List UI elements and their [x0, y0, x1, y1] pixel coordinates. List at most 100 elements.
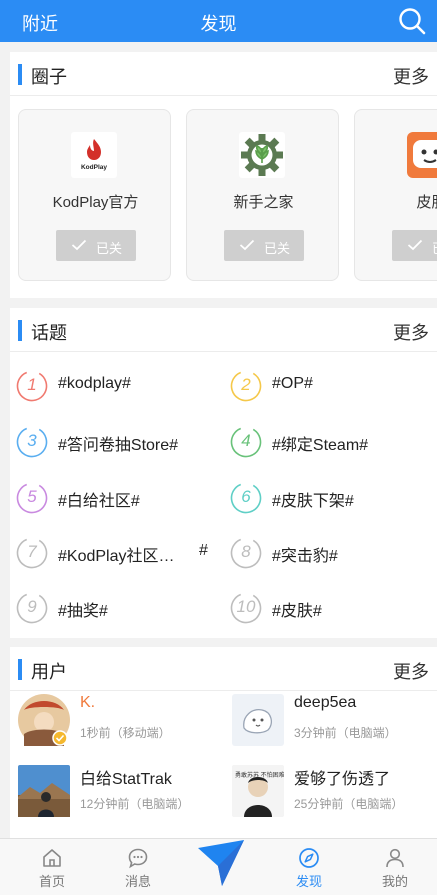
compass-icon	[299, 848, 319, 868]
topic-title: #KodPlay社区…	[58, 548, 175, 565]
topic-rank-number: 2	[241, 375, 251, 394]
topic-item[interactable]: 6 #皮肤下架#	[224, 478, 434, 518]
chat-icon	[128, 848, 148, 869]
user-item[interactable]: 勇敢苏苏 不怕困难 爱够了伤透了 25分钟前（电脑端）	[224, 765, 434, 825]
topic-item[interactable]: 3 #答问卷抽Store#	[10, 422, 220, 462]
circle-card[interactable]: KodPlay KodPlay官方 已关	[18, 109, 171, 281]
circle-name: 皮肤	[416, 194, 437, 211]
topic-rank-badge: 4	[230, 426, 262, 458]
topic-title: #皮肤#	[272, 603, 322, 620]
avatar[interactable]	[18, 765, 70, 817]
tab-messages-label: 消息	[124, 874, 151, 889]
topics-section: 话题 更多 1 #kodplay# 2 #OP# 3 #答问卷抽Store# 4 #绑定Ste…	[10, 308, 437, 638]
user-last-active: 3分钟前（电脑端）	[294, 726, 397, 740]
circles-section: 圈子 更多 KodPlayKodPlay官方已关新手之家已关皮肤已关	[10, 52, 437, 298]
topic-item[interactable]: 7 #KodPlay社区… #	[10, 533, 220, 573]
topic-item[interactable]: 8 #突击豹#	[224, 533, 434, 573]
user-item[interactable]: 白给StatTrak 12分钟前（电脑端）	[10, 765, 220, 825]
avatar[interactable]: 勇敢苏苏 不怕困难	[232, 765, 284, 817]
topic-rank-number: 4	[241, 431, 251, 450]
users-more-link[interactable]: 更多	[393, 658, 429, 684]
topics-more-link[interactable]: 更多	[393, 319, 429, 345]
topic-rank-number: 7	[27, 542, 37, 561]
circle-name: 新手之家	[233, 194, 294, 211]
followed-label: 已关	[432, 238, 437, 257]
tab-home[interactable]: 首页	[17, 839, 87, 895]
user-name: 爱够了伤透了	[294, 771, 391, 788]
user-item[interactable]: K. 1秒前（移动端）	[10, 694, 220, 754]
circles-title: 圈子	[31, 67, 67, 87]
topic-item[interactable]: 5 #白给社区#	[10, 478, 220, 518]
topic-item[interactable]: 1 #kodplay#	[10, 366, 220, 406]
kodplay-logo-text: KodPlay	[81, 164, 107, 171]
check-icon	[407, 239, 423, 251]
person-icon	[386, 848, 404, 868]
skin-logo	[407, 132, 437, 178]
users-header: 用户 更多	[10, 647, 437, 691]
user-name: K.	[80, 694, 96, 711]
circles-carousel[interactable]: KodPlayKodPlay官方已关新手之家已关皮肤已关	[18, 109, 437, 281]
paper-plane-icon[interactable]	[194, 836, 248, 890]
topic-rank-number: 10	[236, 597, 256, 616]
kodplay-logo: KodPlay	[71, 132, 117, 178]
topic-title: #抽奖#	[58, 603, 108, 620]
followed-button[interactable]: 已关	[56, 230, 136, 261]
topic-rank-badge: 3	[16, 426, 48, 458]
avatar-caption: 勇敢苏苏 不怕困难	[235, 771, 284, 779]
user-last-active: 1秒前（移动端）	[80, 726, 171, 740]
topic-rank-badge: 9	[16, 592, 48, 624]
followed-button[interactable]: 已关	[392, 230, 437, 261]
topic-title: #突击豹#	[272, 548, 338, 565]
topic-item[interactable]: 9 #抽奖#	[10, 588, 220, 628]
tab-me-label: 我的	[381, 874, 408, 889]
page-title: 发现	[200, 14, 237, 34]
topic-rank-number: 9	[27, 597, 37, 616]
check-icon	[239, 239, 255, 251]
tab-me[interactable]: 我的	[360, 839, 430, 895]
topic-rank-badge: 1	[16, 370, 48, 402]
circles-more-link[interactable]: 更多	[393, 63, 429, 89]
section-accent-bar	[18, 64, 22, 85]
user-name: deep5ea	[294, 694, 357, 711]
avatar[interactable]	[232, 694, 284, 746]
gear-leaf-logo	[239, 132, 285, 178]
topic-rank-number: 5	[27, 487, 37, 506]
topic-title: #kodplay#	[58, 375, 131, 392]
followed-button[interactable]: 已关	[224, 230, 304, 261]
tab-discover-label: 发现	[295, 874, 322, 889]
nearby-tab[interactable]: 附近	[22, 10, 58, 36]
topic-title-suffix: #	[199, 542, 208, 559]
topic-rank-number: 6	[241, 487, 251, 506]
topic-title: #皮肤下架#	[272, 493, 354, 510]
topic-item[interactable]: 2 #OP#	[224, 366, 434, 406]
user-item[interactable]: deep5ea 3分钟前（电脑端）	[224, 694, 434, 754]
topics-header: 话题 更多	[10, 308, 437, 352]
topic-rank-number: 8	[241, 542, 251, 561]
tab-discover[interactable]: 发现	[274, 839, 344, 895]
topic-rank-badge: 8	[230, 537, 262, 569]
users-section: 用户 更多 K. 1秒前（移动端） deep5ea 3分钟前（电脑端） 白给StatTr…	[10, 647, 437, 838]
topic-item[interactable]: 4 #绑定Steam#	[224, 422, 434, 462]
circle-card[interactable]: 皮肤已关	[354, 109, 437, 281]
topics-title: 话题	[31, 323, 67, 343]
user-name: 白给StatTrak	[80, 771, 172, 788]
circles-header: 圈子 更多	[10, 52, 437, 96]
topic-title: #绑定Steam#	[272, 437, 369, 454]
check-icon	[71, 239, 87, 251]
home-icon	[43, 849, 61, 867]
section-accent-bar	[18, 659, 22, 680]
followed-label: 已关	[264, 241, 291, 256]
user-last-active: 12分钟前（电脑端）	[80, 797, 190, 811]
avatar[interactable]	[18, 694, 70, 746]
tab-messages[interactable]: 消息	[103, 839, 173, 895]
topic-item[interactable]: 10 #皮肤#	[224, 588, 434, 628]
topic-rank-number: 1	[27, 375, 37, 394]
topic-title: #白给社区#	[58, 493, 140, 510]
circle-card[interactable]: 新手之家已关	[186, 109, 339, 281]
tab-home-label: 首页	[38, 874, 65, 889]
topic-rank-badge: 5	[16, 482, 48, 514]
search-icon[interactable]	[397, 6, 427, 36]
users-title: 用户	[31, 662, 67, 682]
user-last-active: 25分钟前（电脑端）	[294, 797, 404, 811]
topic-rank-badge: 7	[16, 537, 48, 569]
